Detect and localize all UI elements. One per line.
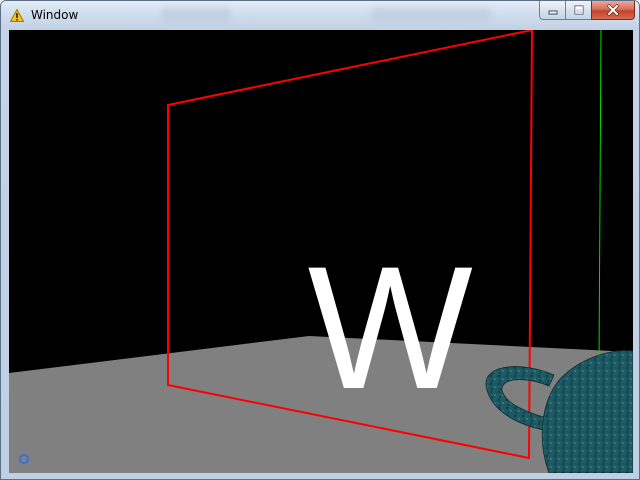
scene-canvas: W (9, 30, 633, 473)
minimize-icon (548, 10, 557, 15)
close-button[interactable] (591, 1, 635, 20)
title-bar-reflection (371, 7, 491, 21)
maximize-icon (574, 5, 583, 15)
minimize-button[interactable] (539, 1, 565, 20)
title-bar[interactable]: Window (1, 1, 639, 30)
render-viewport[interactable]: W (9, 30, 633, 473)
close-icon (607, 4, 619, 16)
window-title: Window (31, 8, 79, 22)
app-window: Window W (0, 0, 640, 480)
caption-buttons (539, 1, 635, 21)
maximize-button[interactable] (565, 1, 591, 20)
title-bar-reflection (161, 7, 231, 21)
green-axis-line (598, 30, 602, 363)
warning-icon (10, 9, 24, 22)
mirrored-w-letter: W (308, 231, 473, 426)
